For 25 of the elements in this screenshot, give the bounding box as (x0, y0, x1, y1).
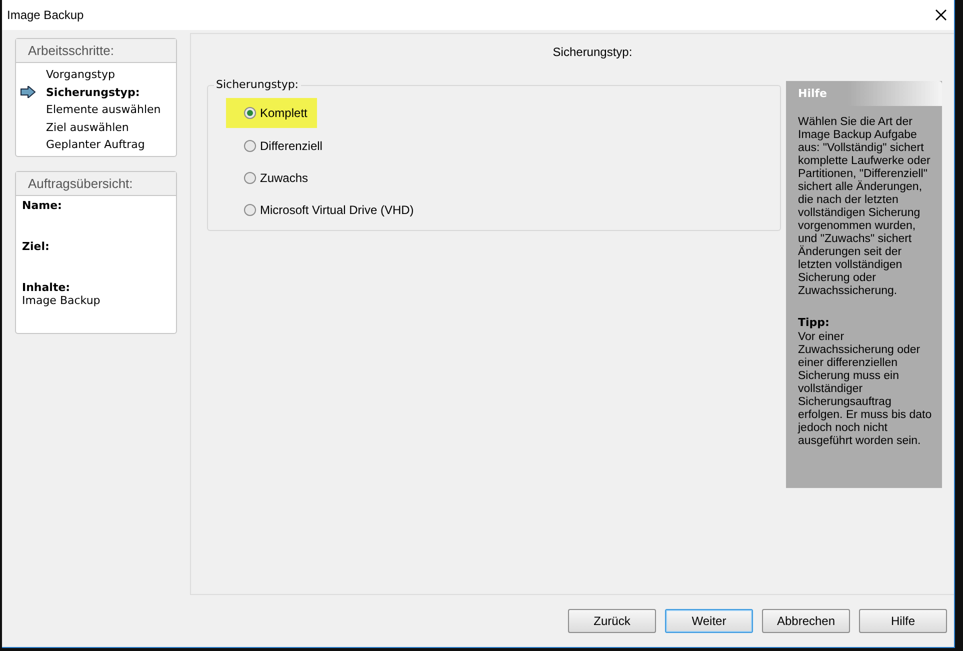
dialog-button[interactable]: Abbrechen (762, 609, 850, 633)
dialog-button[interactable]: Zurück (568, 609, 656, 633)
step-item: Vorgangstyp (46, 68, 115, 82)
dialog-button[interactable]: Weiter (665, 609, 753, 633)
help-text: Wählen Sie die Art der Image Backup Aufgabe aus: "Vollständig" sichert komplette Laufwerke oder Partitionen, "Differenziell" sichert alle Änderungen, die nach der letzten vollständigen Sicherung vorgenommen wurden, und "Zuwachs" sichert Änderungen seit der letzten vollständigen Sicherung oder Zuwachssicherung. (797, 115, 932, 298)
step-item: Sicherungstyp: (46, 86, 140, 99)
radio-option[interactable]: Komplett (226, 98, 318, 128)
tip-text: Vor einer Zuwachssicherung oder einer differenziellen Sicherung muss ein vollständiger Sicherungsauftrag erfolgen. Er muss bis dato jedoch noch nicht ausgeführt worden sein. (796, 331, 933, 448)
summary-label: Ziel: (22, 240, 50, 252)
summary-label: Inhalte: (22, 280, 72, 294)
radio-option[interactable]: Zuwachs (226, 162, 318, 194)
summary-label: Name: (22, 198, 63, 212)
radio-option[interactable]: Microsoft Virtual Drive (VHD) (226, 194, 424, 226)
step-item: Elemente auswählen (46, 103, 161, 116)
summary-value: Image Backup (22, 294, 102, 306)
group-legend: Sicherungstyp: (214, 78, 301, 91)
radio-option[interactable]: Differenziell (226, 130, 332, 162)
step-item: Ziel auswählen (46, 120, 129, 134)
summary-title: Auftragsübersicht: (16, 172, 176, 196)
steps-title: Arbeitsschritte: (16, 39, 176, 63)
window-title: Image Backup (7, 8, 84, 22)
tip-title: Tipp: (797, 315, 830, 331)
step-item: Geplanter Auftrag (46, 138, 145, 152)
page-heading: Sicherungstyp: (552, 44, 634, 59)
dialog-button[interactable]: Hilfe (859, 609, 947, 633)
